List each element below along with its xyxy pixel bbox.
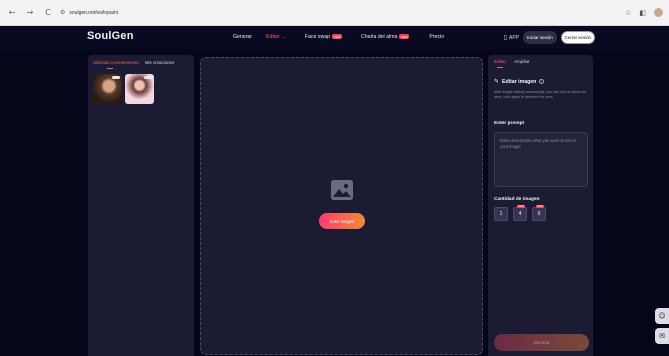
reload-icon[interactable]: C [42,7,54,19]
tab-recently-used[interactable]: Utilizado recientemente [93,60,139,69]
bookmark-star-icon[interactable]: ☆ [625,9,631,17]
back-icon[interactable]: ← [6,7,18,19]
download-icon[interactable] [112,76,120,79]
image-quantity-label: Cantidad de imagen [494,197,540,202]
pro-badge: PRO [536,205,544,208]
chat-support-icon[interactable]: ✉ [655,328,669,344]
browser-toolbar: ← → C ⚙ soulgen.net/es/inpaint ☆ ◧ [0,0,669,26]
browser-actions: ☆ ◧ [625,8,663,17]
soulgen-logo[interactable]: SoulGen [87,30,134,42]
tab-my-creations[interactable]: Mis creaciones [145,60,174,65]
quantity-option-9[interactable]: 9 PRO [532,205,546,221]
image-quantity-options: 1 4 PRO 9 PRO [494,205,546,221]
prompt-label: Enter prompt [494,121,525,126]
new-badge: NEW [399,34,410,39]
prompt-input[interactable] [500,138,582,181]
edit-tabs: Editar Ampliar [488,55,593,68]
tab-editar[interactable]: Editar [494,59,506,68]
upload-canvas[interactable]: Subir imagen [200,57,483,355]
forward-icon[interactable]: → [24,7,36,19]
quantity-option-4[interactable]: 4 PRO [513,205,527,221]
history-tabs: Utilizado recientemente Mis creaciones [88,55,194,69]
address-bar-url: soulgen.net/es/inpaint [69,9,119,16]
info-icon[interactable]: i [539,79,545,84]
phone-icon: ▯ [503,34,507,41]
nav-face-swap[interactable]: Face swap NEW [305,34,343,40]
image-placeholder-icon [331,180,353,200]
app-header: SoulGen Generar Editar ⌄ Face swap NEW Cha… [0,26,669,50]
generate-button[interactable]: Generar [494,334,589,351]
sidebar-icon[interactable]: ◧ [639,9,646,17]
login-button[interactable]: Iniciar sesión [523,31,557,44]
chevron-down-icon: ⌄ [281,34,285,39]
nav-editar[interactable]: Editar ⌄ [266,34,285,40]
site-info-icon[interactable]: ⚙ [60,9,65,16]
header-actions: ▯ APP Iniciar sesión Cerrar sesión [504,31,595,44]
recent-images [88,65,194,104]
new-badge: NEW [332,34,343,39]
top-navigation: Generar Editar ⌄ Face swap NEW Charla del … [233,34,444,40]
discord-icon[interactable]: ☺ [655,308,669,324]
address-bar[interactable]: ⚙ soulgen.net/es/inpaint [60,6,118,20]
upload-image-button[interactable]: Subir imagen [319,213,365,229]
download-icon[interactable] [144,76,152,79]
history-panel: Utilizado recientemente Mis creaciones [88,55,194,356]
quantity-option-1[interactable]: 1 [494,207,508,221]
logout-button[interactable]: Cerrar sesión [560,31,595,44]
edit-image-heading: ✎ Editar imagen i [494,78,545,85]
profile-avatar-icon[interactable] [654,8,663,17]
recent-image-thumbnail[interactable] [93,74,122,104]
tab-ampliar[interactable]: Ampliar [514,59,530,64]
pro-badge: PRO [517,205,525,208]
brush-icon: ✎ [494,78,500,85]
recent-image-thumbnail[interactable] [125,74,154,104]
edit-panel: Editar Ampliar ✎ Editar imagen i After i… [488,55,593,356]
nav-precio[interactable]: Precio [429,34,444,40]
nav-charla-del-alma[interactable]: Charla del alma NEW [361,34,410,40]
nav-generar[interactable]: Generar [233,34,252,40]
app-download-link[interactable]: ▯ APP [504,34,519,41]
prompt-input-container [494,132,588,187]
edit-help-text: After image editing successfully, you ca… [494,90,587,100]
